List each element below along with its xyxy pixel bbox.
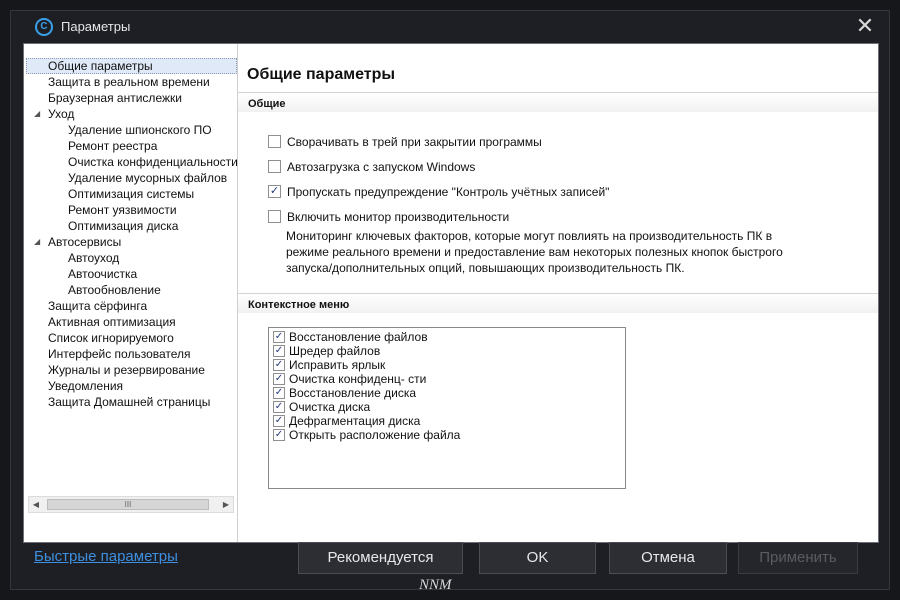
sidebar-item-vulnerability-fix[interactable]: Ремонт уязвимости bbox=[24, 202, 237, 218]
collapse-arrow-icon[interactable]: ◢ bbox=[34, 106, 40, 122]
checkbox[interactable] bbox=[268, 160, 281, 173]
sidebar-item-label: Очистка конфиденциальности bbox=[68, 155, 238, 169]
list-item-label: Дефрагментация диска bbox=[289, 414, 421, 428]
sidebar-item-label: Интерфейс пользователя bbox=[48, 347, 191, 361]
sidebar-item-system-optimize[interactable]: Оптимизация системы bbox=[24, 186, 237, 202]
checkbox[interactable]: ✓ bbox=[273, 345, 285, 357]
window-title: Параметры bbox=[61, 19, 131, 34]
sidebar-item-junk-clean[interactable]: Удаление мусорных файлов bbox=[24, 170, 237, 186]
sidebar-item-care[interactable]: ◢ Уход bbox=[24, 106, 237, 122]
collapse-arrow-icon[interactable]: ◢ bbox=[34, 234, 40, 250]
section-header-general: Общие bbox=[238, 92, 878, 112]
sidebar-item-label: Список игнорируемого bbox=[48, 331, 174, 345]
close-icon[interactable]: ✕ bbox=[853, 14, 877, 38]
sidebar-item-autoservices[interactable]: ◢ Автосервисы bbox=[24, 234, 237, 250]
checkbox[interactable]: ✓ bbox=[273, 401, 285, 413]
sidebar-item-label: Защита в реальном времени bbox=[48, 75, 210, 89]
sidebar-item-label: Автоочистка bbox=[68, 267, 138, 281]
option-label: Сворачивать в трей при закрытии программ… bbox=[287, 135, 542, 149]
section-header-label: Общие bbox=[248, 98, 286, 110]
cancel-button[interactable]: Отмена bbox=[609, 542, 727, 574]
sidebar-item-label: Ремонт реестра bbox=[68, 139, 158, 153]
option-label: Включить монитор производительности bbox=[287, 210, 510, 224]
sidebar-item-notifications[interactable]: Уведомления bbox=[24, 378, 237, 394]
app-logo-icon: C bbox=[35, 18, 53, 36]
main-panel: Общие параметры Общие Сворачивать в трей… bbox=[238, 44, 878, 542]
checkbox[interactable] bbox=[268, 210, 281, 223]
sidebar-item-active-optimize[interactable]: Активная оптимизация bbox=[24, 314, 237, 330]
checkbox[interactable]: ✓ bbox=[273, 331, 285, 343]
checkbox[interactable]: ✓ bbox=[273, 415, 285, 427]
scroll-right-icon[interactable]: ▶ bbox=[219, 497, 233, 512]
context-menu-list[interactable]: ✓ Восстановление файлов ✓ Шредер файлов … bbox=[268, 327, 626, 489]
option-label: Автозагрузка с запуском Windows bbox=[287, 160, 476, 174]
section-header-context-menu: Контекстное меню bbox=[238, 293, 878, 313]
sidebar-item-label: Автообновление bbox=[68, 283, 161, 297]
sidebar-item-autoclean[interactable]: Автоочистка bbox=[24, 266, 237, 282]
sidebar-item-label: Браузерная антислежки bbox=[48, 91, 182, 105]
option-label: Пропускать предупреждение "Контроль учёт… bbox=[287, 185, 610, 199]
sidebar-item-autocare[interactable]: Автоуход bbox=[24, 250, 237, 266]
checkbox[interactable]: ✓ bbox=[273, 359, 285, 371]
sidebar-item-label: Удаление шпионского ПО bbox=[68, 123, 212, 137]
sidebar-item-label: Активная оптимизация bbox=[48, 315, 176, 329]
sidebar-item-label: Автосервисы bbox=[48, 235, 122, 249]
sidebar-item-label: Автоуход bbox=[68, 251, 120, 265]
title-bar[interactable]: C Параметры ✕ bbox=[11, 11, 889, 43]
sidebar-item-browser-antitracking[interactable]: Браузерная антислежки bbox=[24, 90, 237, 106]
sidebar-item-homepage-protection[interactable]: Защита Домашней страницы bbox=[24, 394, 237, 410]
scroll-left-icon[interactable]: ◀ bbox=[29, 497, 43, 512]
page-title: Общие параметры bbox=[247, 66, 396, 83]
list-item-label: Очистка конфиденц- сти bbox=[289, 372, 427, 386]
list-item-label: Восстановление файлов bbox=[289, 330, 428, 344]
watermark: NNM bbox=[419, 577, 452, 593]
sidebar-item-label: Оптимизация системы bbox=[68, 187, 195, 201]
checkbox[interactable]: ✓ bbox=[273, 429, 285, 441]
section-header-label: Контекстное меню bbox=[248, 299, 350, 311]
sidebar-item-label: Уход bbox=[48, 107, 75, 121]
sidebar-item-label: Защита сёрфинга bbox=[48, 299, 148, 313]
sidebar-item-label: Уведомления bbox=[48, 379, 124, 393]
sidebar-item-user-interface[interactable]: Интерфейс пользователя bbox=[24, 346, 237, 362]
sidebar-item-label: Защита Домашней страницы bbox=[48, 395, 211, 409]
content-panel: Общие параметры Защита в реальном времен… bbox=[23, 43, 879, 543]
list-item-label: Очистка диска bbox=[289, 400, 371, 414]
sidebar-item-realtime-protection[interactable]: Защита в реальном времени bbox=[24, 74, 237, 90]
apply-button: Применить bbox=[738, 542, 858, 574]
list-item-label: Шредер файлов bbox=[289, 344, 381, 358]
sidebar-item-label: Удаление мусорных файлов bbox=[68, 171, 228, 185]
recommended-button[interactable]: Рекомендуется bbox=[298, 542, 463, 574]
sidebar-horizontal-scrollbar[interactable]: ◀ III ▶ bbox=[28, 496, 234, 513]
checkbox[interactable]: ✓ bbox=[273, 387, 285, 399]
sidebar-item-registry-repair[interactable]: Ремонт реестра bbox=[24, 138, 237, 154]
sidebar-item-surfing-protection[interactable]: Защита сёрфинга bbox=[24, 298, 237, 314]
sidebar-item-label: Ремонт уязвимости bbox=[68, 203, 177, 217]
ok-button[interactable]: OK bbox=[479, 542, 596, 574]
list-item-label: Восстановление диска bbox=[289, 386, 417, 400]
scroll-thumb[interactable]: III bbox=[47, 499, 209, 510]
list-item-label: Исправить ярлык bbox=[289, 358, 386, 372]
checkbox[interactable] bbox=[268, 135, 281, 148]
sidebar-nav: Общие параметры Защита в реальном времен… bbox=[24, 58, 237, 410]
sidebar-item-privacy-sweep[interactable]: Очистка конфиденциальности bbox=[24, 154, 237, 170]
sidebar-item-disk-optimize[interactable]: Оптимизация диска bbox=[24, 218, 237, 234]
sidebar-item-label: Оптимизация диска bbox=[68, 219, 179, 233]
checkbox[interactable]: ✓ bbox=[268, 185, 281, 198]
sidebar-item-label: Общие параметры bbox=[48, 59, 153, 73]
sidebar-item-general[interactable]: Общие параметры bbox=[24, 58, 237, 74]
quick-settings-link[interactable]: Быстрые параметры bbox=[34, 548, 178, 565]
sidebar-item-ignore-list[interactable]: Список игнорируемого bbox=[24, 330, 237, 346]
sidebar-item-label: Журналы и резервирование bbox=[48, 363, 205, 377]
sidebar-item-autoupdate[interactable]: Автообновление bbox=[24, 282, 237, 298]
list-item-label: Открыть расположение файла bbox=[289, 428, 461, 442]
settings-window: C Параметры ✕ Общие параметры Защита в р… bbox=[10, 10, 890, 590]
performance-monitor-description: Мониторинг ключевых факторов, которые мо… bbox=[286, 229, 783, 275]
sidebar: Общие параметры Защита в реальном времен… bbox=[24, 44, 238, 542]
sidebar-item-spyware-removal[interactable]: Удаление шпионского ПО bbox=[24, 122, 237, 138]
checkbox[interactable]: ✓ bbox=[273, 373, 285, 385]
sidebar-item-logs-backup[interactable]: Журналы и резервирование bbox=[24, 362, 237, 378]
